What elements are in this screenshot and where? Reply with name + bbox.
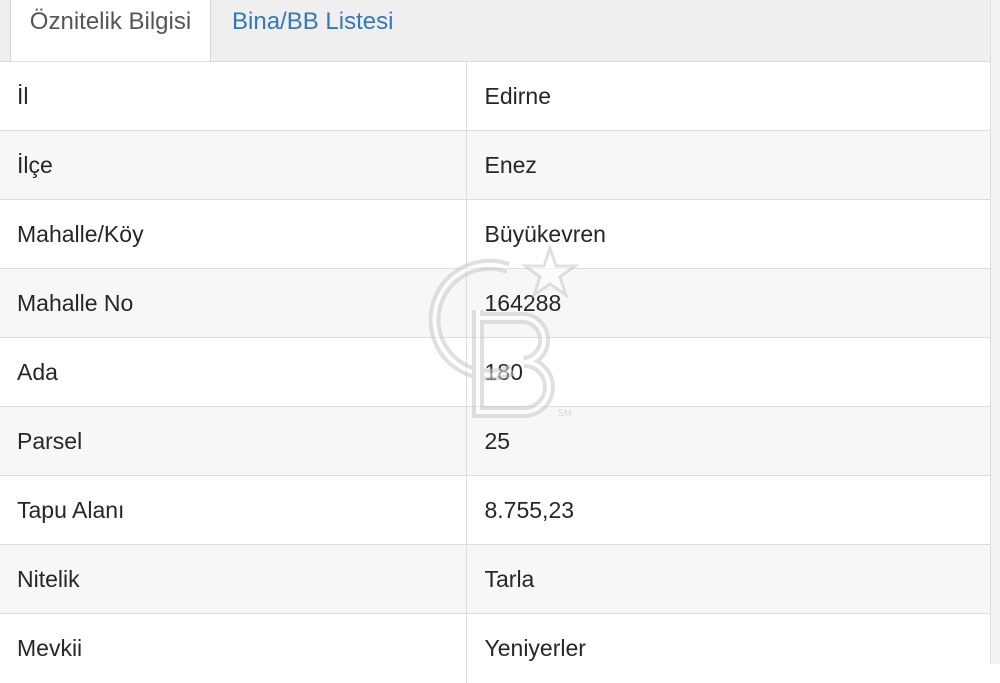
tab-bina-bb-listesi[interactable]: Bina/BB Listesi — [232, 0, 393, 62]
tab-oznitelik-bilgisi[interactable]: Öznitelik Bilgisi — [10, 0, 211, 62]
row-label-mahalle-no: Mahalle No — [0, 268, 466, 338]
row-value-mevkii: Yeniyerler — [465, 613, 990, 683]
row-value-ada: 180 — [465, 337, 990, 407]
row-value-parsel: 25 — [465, 406, 990, 476]
table-row: Ada 180 — [0, 337, 990, 407]
scrollbar[interactable] — [990, 0, 1000, 664]
row-label-il: İl — [0, 61, 466, 131]
row-label-tapu-alani: Tapu Alanı — [0, 475, 466, 545]
row-value-nitelik: Tarla — [465, 544, 990, 614]
table-row: İl Edirne — [0, 61, 990, 131]
row-label-nitelik: Nitelik — [0, 544, 466, 614]
row-label-mahalle-koy: Mahalle/Köy — [0, 199, 466, 269]
table-row: Nitelik Tarla — [0, 544, 990, 614]
table-row: Mahalle No 164288 — [0, 268, 990, 338]
row-value-mahalle-no: 164288 — [465, 268, 990, 338]
row-label-mevkii: Mevkii — [0, 613, 466, 683]
row-value-mahalle-koy: Büyükevren — [465, 199, 990, 269]
table-row: Tapu Alanı 8.755,23 — [0, 475, 990, 545]
table-row: Parsel 25 — [0, 406, 990, 476]
attribute-table: İl Edirne İlçe Enez Mahalle/Köy Büyükevr… — [0, 61, 990, 683]
row-label-parsel: Parsel — [0, 406, 466, 476]
tab-bar: Öznitelik Bilgisi Bina/BB Listesi — [0, 0, 1000, 62]
row-value-tapu-alani: 8.755,23 — [465, 475, 990, 545]
table-row: Mahalle/Köy Büyükevren — [0, 199, 990, 269]
table-row: Mevkii Yeniyerler — [0, 613, 990, 683]
row-label-ada: Ada — [0, 337, 466, 407]
table-row: İlçe Enez — [0, 130, 990, 200]
row-value-ilce: Enez — [465, 130, 990, 200]
row-value-il: Edirne — [465, 61, 990, 131]
row-label-ilce: İlçe — [0, 130, 466, 200]
